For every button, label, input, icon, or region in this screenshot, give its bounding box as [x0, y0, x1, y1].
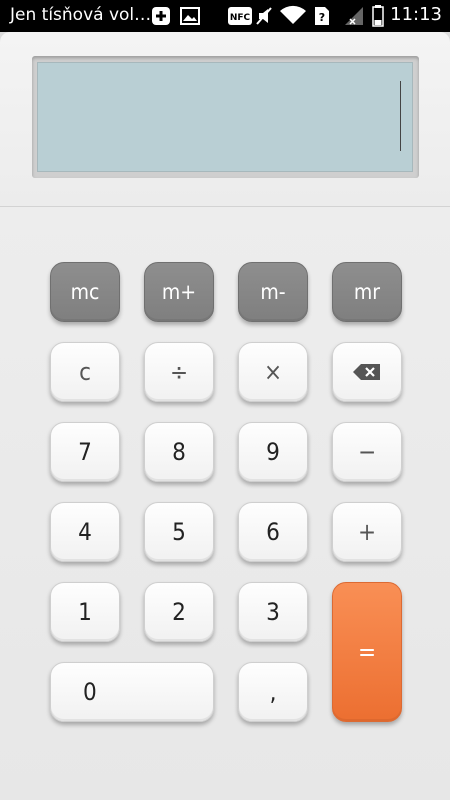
digit-2-button[interactable]: 2 — [144, 582, 214, 642]
decimal-button[interactable]: , — [238, 662, 308, 722]
mc-button[interactable]: mc — [50, 262, 120, 322]
plus-icon — [151, 6, 171, 30]
calculator: mc m+ m- mr c ÷ × 7 8 9 − 4 5 6 + 1 2 3 … — [0, 32, 450, 800]
digit-3-button[interactable]: 3 — [238, 582, 308, 642]
backspace-icon — [352, 363, 382, 381]
digit-0-button[interactable]: 0 — [50, 662, 214, 722]
equals-button[interactable]: = — [332, 582, 402, 722]
nfc-label: NFC — [230, 13, 251, 23]
digit-4-button[interactable]: 4 — [50, 502, 120, 562]
divide-button[interactable]: ÷ — [144, 342, 214, 402]
keypad: mc m+ m- mr c ÷ × 7 8 9 − 4 5 6 + 1 2 3 … — [0, 207, 450, 800]
m-plus-button[interactable]: m+ — [144, 262, 214, 322]
digit-7-button[interactable]: 7 — [50, 422, 120, 482]
m-minus-button[interactable]: m- — [238, 262, 308, 322]
minus-button[interactable]: − — [332, 422, 402, 482]
mr-button[interactable]: mr — [332, 262, 402, 322]
image-icon — [180, 6, 200, 30]
clock: 11:13 — [390, 4, 442, 25]
svg-text:?: ? — [319, 11, 325, 24]
digit-6-button[interactable]: 6 — [238, 502, 308, 562]
digit-8-button[interactable]: 8 — [144, 422, 214, 482]
mute-icon — [255, 6, 273, 30]
nfc-icon: NFC — [228, 7, 252, 29]
display-panel — [0, 32, 450, 207]
signal-icon — [344, 6, 364, 30]
multiply-button[interactable]: × — [238, 342, 308, 402]
digit-9-button[interactable]: 9 — [238, 422, 308, 482]
display-frame — [32, 56, 419, 178]
result-display[interactable] — [37, 62, 413, 172]
text-cursor — [400, 81, 401, 151]
digit-5-button[interactable]: 5 — [144, 502, 214, 562]
wifi-icon — [279, 4, 307, 30]
digit-1-button[interactable]: 1 — [50, 582, 120, 642]
notification-text: Jen tísňová vol… — [10, 5, 152, 25]
plus-button[interactable]: + — [332, 502, 402, 562]
backspace-button[interactable] — [332, 342, 402, 402]
clear-button[interactable]: c — [50, 342, 120, 402]
battery-icon — [372, 5, 384, 31]
status-bar: Jen tísňová vol… NFC ? 11:13 — [0, 0, 450, 32]
sim-unknown-icon: ? — [314, 6, 330, 30]
